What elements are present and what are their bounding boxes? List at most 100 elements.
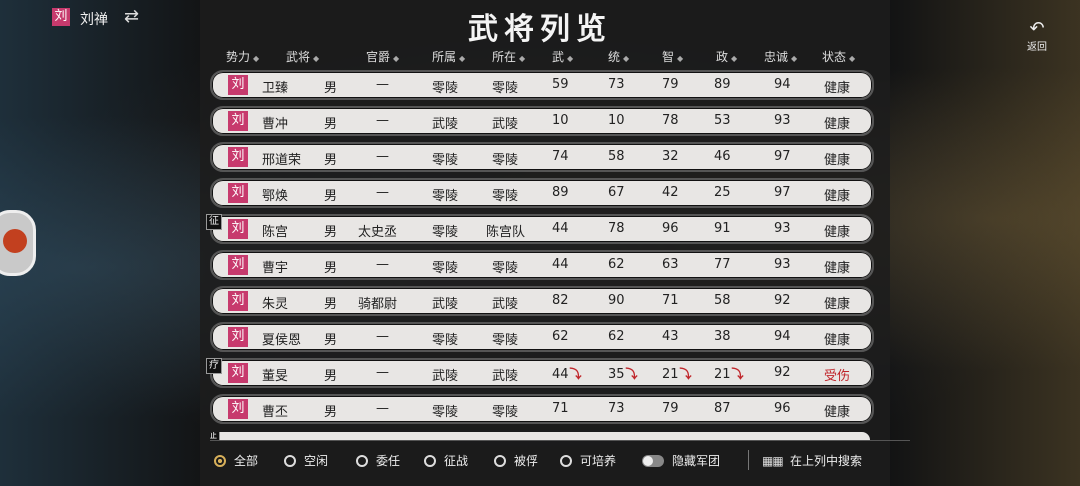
col-rank[interactable]: 官爵 ◆	[366, 48, 399, 65]
table-row[interactable]: 刘 卫臻 男 — 零陵 零陵 59 73 79 89 94 健康	[210, 70, 874, 100]
officer-status: 健康	[824, 261, 851, 276]
officer-name: 曹丕	[262, 405, 289, 420]
col-name[interactable]: 武将 ◆	[286, 48, 319, 65]
officer-loyalty: 97	[774, 185, 791, 200]
officer-lead: 62	[608, 257, 625, 272]
officer-name: 鄂焕	[262, 189, 289, 204]
radio-icon	[424, 454, 436, 467]
map-right-blurred	[890, 0, 1080, 486]
table-row-partial[interactable]: 征	[210, 432, 872, 440]
officer-name: 夏侯恩	[262, 333, 302, 348]
filter-campaign[interactable]: 征战	[424, 452, 468, 469]
officer-intel: 63	[662, 257, 679, 272]
officer-rank: —	[376, 113, 389, 128]
officer-lead: 78	[608, 221, 625, 236]
col-lead[interactable]: 统 ◆	[608, 48, 629, 65]
filter-delegated[interactable]: 委任	[356, 452, 400, 469]
table-row[interactable]: 刘 夏侯恩 男 — 零陵 零陵 62 62 43 38 94 健康	[210, 322, 874, 352]
hide-army-toggle[interactable]: 隐藏军团	[642, 452, 720, 469]
filter-trainable[interactable]: 可培养	[560, 452, 616, 469]
officer-status: 健康	[824, 189, 851, 204]
officer-rank: 骑都尉	[358, 297, 398, 312]
filter-all[interactable]: 全部	[214, 452, 258, 469]
expedition-tag: 征	[206, 214, 222, 230]
officer-lead: 10	[608, 113, 625, 128]
table-row[interactable]: 征 刘 陈宫 男 太史丞 零陵 陈宫队 44 78 96 91 93 健康	[206, 214, 874, 244]
side-menu-handle[interactable]	[0, 210, 36, 276]
healing-tag: 疗	[206, 358, 222, 374]
search-button[interactable]: 在上列中搜索	[790, 452, 862, 469]
officer-gender: 男	[324, 81, 338, 96]
officer-status: 健康	[824, 405, 851, 420]
col-war[interactable]: 武 ◆	[552, 48, 573, 65]
officer-gender: 男	[324, 333, 338, 348]
officer-loyalty: 93	[774, 113, 791, 128]
expedition-tag: 征	[210, 432, 220, 440]
officer-belong: 零陵	[432, 81, 459, 96]
faction-badge: 刘	[228, 327, 248, 347]
officer-loyalty: 94	[774, 329, 791, 344]
officer-war: 44	[552, 221, 569, 236]
officer-rank: —	[376, 257, 389, 272]
officer-location: 零陵	[492, 333, 519, 348]
officer-war: 71	[552, 401, 569, 416]
officer-politics: 87	[714, 401, 731, 416]
officer-belong: 零陵	[432, 189, 459, 204]
officer-belong: 零陵	[432, 225, 459, 240]
table-row[interactable]: 刘 曹丕 男 — 零陵 零陵 71 73 79 87 96 健康	[210, 394, 874, 424]
col-status[interactable]: 状态 ◆	[822, 48, 855, 65]
col-politics[interactable]: 政 ◆	[716, 48, 737, 65]
col-faction[interactable]: 势力 ◆	[226, 48, 259, 65]
officer-belong: 零陵	[432, 153, 459, 168]
officer-politics: 53	[714, 113, 731, 128]
officer-war: 44⤵	[552, 367, 582, 382]
officer-location: 零陵	[492, 81, 519, 96]
toggle-icon	[642, 454, 664, 467]
col-loyalty[interactable]: 忠诚 ◆	[764, 48, 797, 65]
faction-badge: 刘	[228, 147, 248, 167]
officer-intel: 96	[662, 221, 679, 236]
officer-politics: 25	[714, 185, 731, 200]
sort-icon: ◆	[253, 54, 260, 63]
officer-intel: 32	[662, 149, 679, 164]
officer-belong: 武陵	[432, 297, 459, 312]
stat-down-icon: ⤵	[679, 367, 692, 381]
sort-icon: ◆	[519, 54, 526, 63]
officer-intel: 79	[662, 401, 679, 416]
filter-bar: 全部 空闲 委任 征战 被俘 可培养 隐藏军团 ▦▦ 在上列中搜索	[210, 440, 910, 480]
divider	[748, 450, 749, 470]
officer-name: 朱灵	[262, 297, 289, 312]
radio-selected-icon	[214, 454, 226, 467]
officer-intel: 78	[662, 113, 679, 128]
table-row[interactable]: 疗 刘 董旻 男 — 武陵 武陵 44⤵ 35⤵ 21⤵ 21⤵ 92 受伤	[206, 358, 874, 388]
officer-name: 曹宇	[262, 261, 289, 276]
officer-belong: 零陵	[432, 333, 459, 348]
col-location[interactable]: 所在 ◆	[492, 48, 525, 65]
faction-badge: 刘	[228, 219, 248, 239]
col-intel[interactable]: 智 ◆	[662, 48, 683, 65]
officer-gender: 男	[324, 369, 338, 384]
officer-politics: 21⤵	[714, 367, 744, 382]
officer-gender: 男	[324, 405, 338, 420]
officer-status: 健康	[824, 297, 851, 312]
officer-loyalty: 92	[774, 293, 791, 308]
table-row[interactable]: 刘 朱灵 男 骑都尉 武陵 武陵 82 90 71 58 92 健康	[210, 286, 874, 316]
officer-rank: —	[376, 329, 389, 344]
officer-war: 10	[552, 113, 569, 128]
table-row[interactable]: 刘 邢道荣 男 — 零陵 零陵 74 58 32 46 97 健康	[210, 142, 874, 172]
table-row[interactable]: 刘 曹宇 男 — 零陵 零陵 44 62 63 77 93 健康	[210, 250, 874, 280]
keyboard-icon[interactable]: ▦▦	[762, 454, 784, 468]
filter-idle[interactable]: 空闲	[284, 452, 328, 469]
filter-captured[interactable]: 被俘	[494, 452, 538, 469]
officer-loyalty: 96	[774, 401, 791, 416]
back-button[interactable]: ↶ 返回	[1022, 20, 1052, 54]
officer-loyalty: 93	[774, 257, 791, 272]
officer-rank: —	[376, 77, 389, 92]
col-belong[interactable]: 所属 ◆	[432, 48, 465, 65]
officer-lead: 73	[608, 77, 625, 92]
officer-status: 健康	[824, 225, 851, 240]
officer-politics: 89	[714, 77, 731, 92]
table-row[interactable]: 刘 曹冲 男 — 武陵 武陵 10 10 78 53 93 健康	[210, 106, 874, 136]
table-row[interactable]: 刘 鄂焕 男 — 零陵 零陵 89 67 42 25 97 健康	[210, 178, 874, 208]
officer-status: 受伤	[824, 369, 851, 384]
